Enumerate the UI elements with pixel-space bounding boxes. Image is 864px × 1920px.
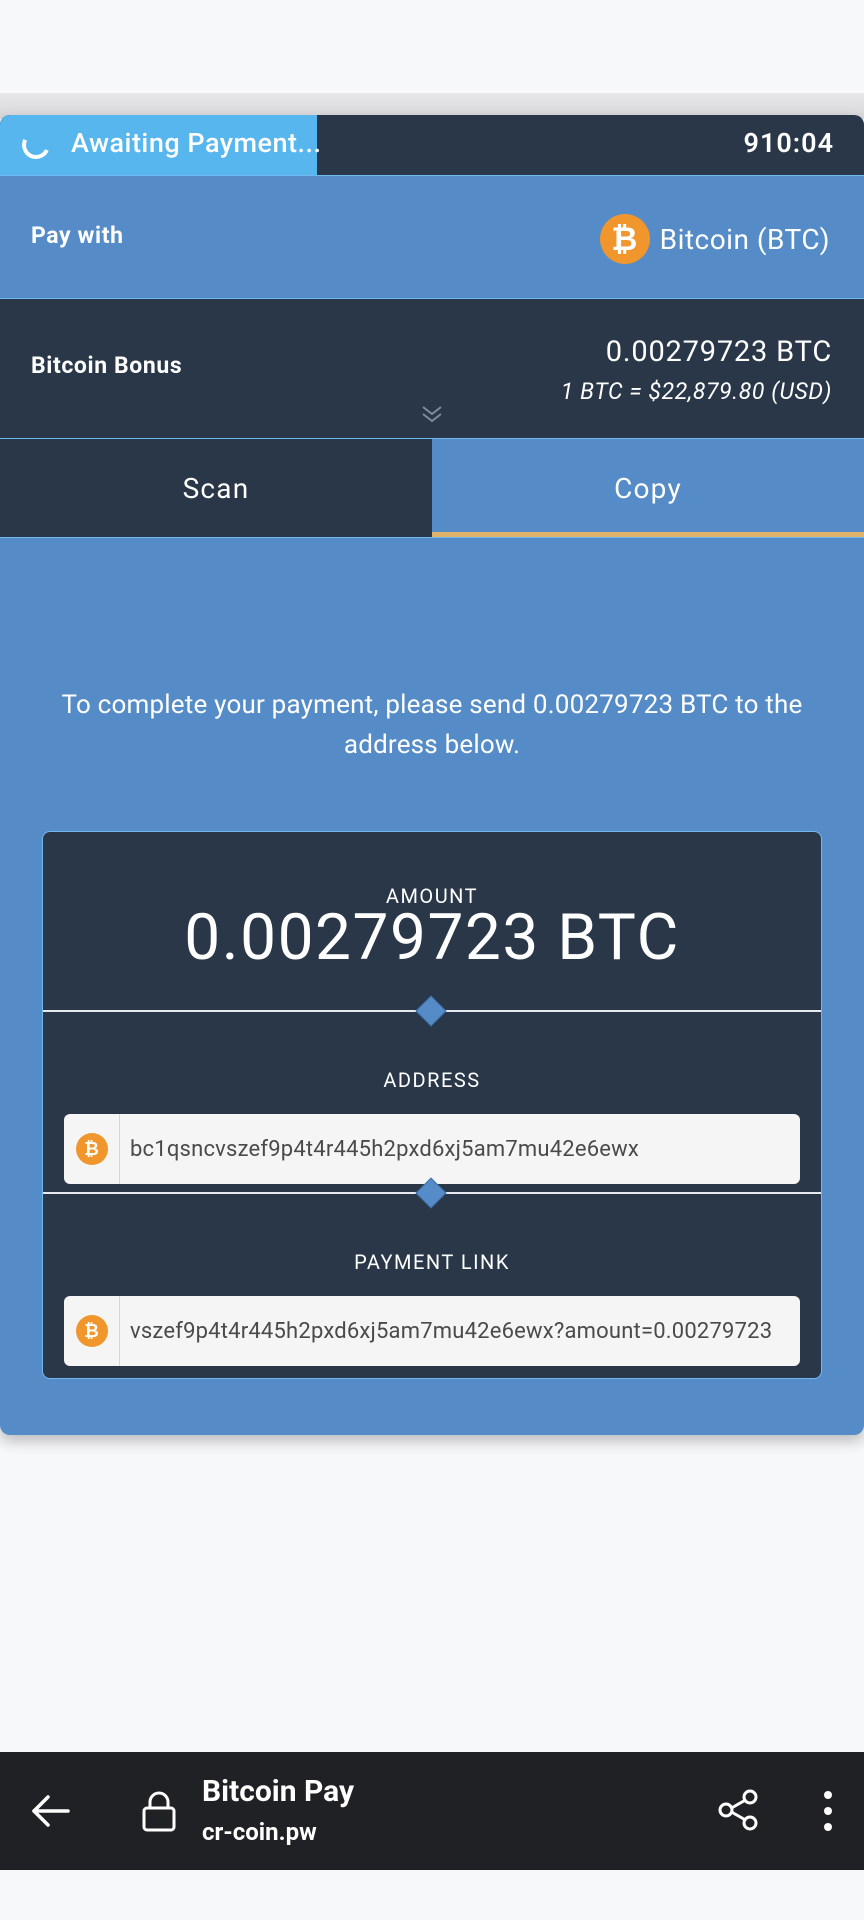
bitcoin-icon: ₿ bbox=[75, 1315, 108, 1347]
status-text: Awaiting Payment... bbox=[71, 127, 322, 159]
exchange-rate: 1 BTC = $22,879.80 (USD) bbox=[560, 378, 832, 405]
pay-with-label: Pay with bbox=[31, 222, 124, 249]
payment-link-value[interactable]: vszef9p4t4r445h2pxd6xj5am7mu42e6ewx?amou… bbox=[120, 1319, 772, 1344]
expand-chevron-icon[interactable] bbox=[421, 405, 443, 425]
tab-scan[interactable]: Scan bbox=[0, 439, 432, 537]
bitcoin-bonus-row[interactable]: Bitcoin Bonus 0.00279723 BTC 1 BTC = $22… bbox=[0, 299, 864, 439]
browser-toolbar: Bitcoin Pay cr-coin.pw bbox=[0, 1752, 864, 1870]
bitcoin-icon-container: ₿ bbox=[64, 1296, 120, 1366]
more-menu-icon[interactable] bbox=[808, 1788, 848, 1834]
lock-icon[interactable] bbox=[140, 1790, 178, 1832]
payment-card: Awaiting Payment... 910:04 Pay with ₿ Bi… bbox=[0, 115, 864, 1435]
payment-details-box: AMOUNT 0.00279723 BTC ADDRESS ₿ bc1qsncv… bbox=[42, 831, 822, 1379]
payment-method-tabs: Scan Copy bbox=[0, 438, 864, 538]
bonus-amount: 0.00279723 BTC bbox=[605, 335, 832, 369]
page: Awaiting Payment... 910:04 Pay with ₿ Bi… bbox=[0, 0, 864, 1920]
amount-value[interactable]: 0.00279723 BTC bbox=[43, 900, 821, 975]
share-icon[interactable] bbox=[716, 1788, 760, 1832]
selected-currency[interactable]: ₿ Bitcoin (BTC) bbox=[599, 214, 830, 264]
address-label: ADDRESS bbox=[383, 1068, 481, 1092]
site-title[interactable]: Bitcoin Pay bbox=[202, 1774, 354, 1809]
payment-link-field[interactable]: ₿ vszef9p4t4r445h2pxd6xj5am7mu42e6ewx?am… bbox=[64, 1296, 800, 1366]
payment-status-bar: Awaiting Payment... 910:04 bbox=[0, 115, 864, 175]
bonus-label: Bitcoin Bonus bbox=[31, 352, 183, 379]
pay-with-row[interactable]: Pay with ₿ Bitcoin (BTC) bbox=[0, 175, 864, 299]
countdown-timer: 910:04 bbox=[743, 127, 834, 159]
tab-copy[interactable]: Copy bbox=[432, 439, 864, 537]
address-value[interactable]: bc1qsncvszef9p4t4r445h2pxd6xj5am7mu42e6e… bbox=[120, 1137, 639, 1162]
currency-name: Bitcoin (BTC) bbox=[659, 222, 830, 256]
site-url[interactable]: cr-coin.pw bbox=[202, 1818, 317, 1846]
bitcoin-icon: ₿ bbox=[599, 214, 650, 264]
payment-link-label: PAYMENT LINK bbox=[354, 1250, 510, 1274]
diamond-divider-icon bbox=[415, 995, 447, 1027]
bitcoin-icon: ₿ bbox=[75, 1133, 108, 1165]
back-arrow-icon[interactable] bbox=[30, 1790, 72, 1832]
payment-instruction: To complete your payment, please send 0.… bbox=[61, 690, 803, 760]
address-field[interactable]: ₿ bc1qsncvszef9p4t4r445h2pxd6xj5am7mu42e… bbox=[64, 1114, 800, 1184]
bitcoin-icon-container: ₿ bbox=[64, 1114, 120, 1184]
